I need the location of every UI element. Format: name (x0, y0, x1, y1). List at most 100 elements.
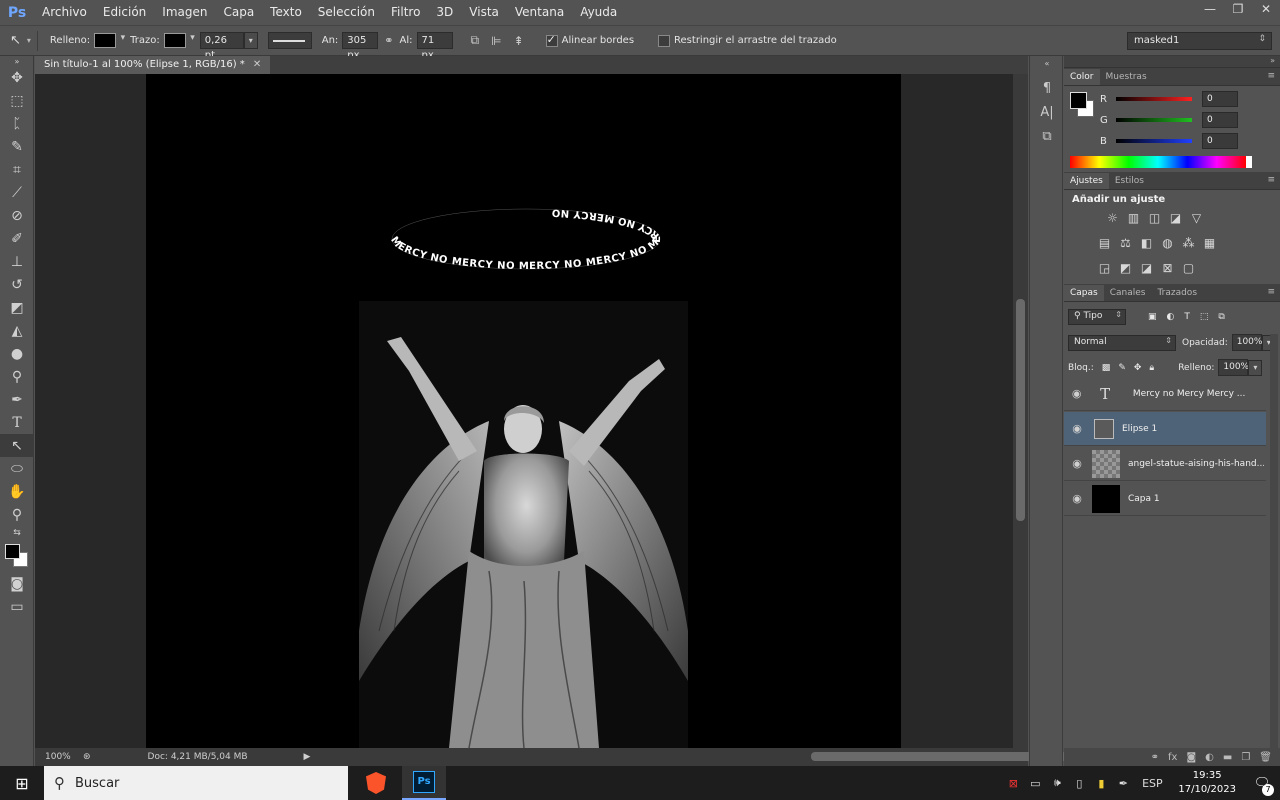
invert-icon[interactable]: ◲ (1094, 259, 1115, 277)
constrain-path-checkbox[interactable] (658, 34, 671, 47)
menu-ayuda[interactable]: Ayuda (572, 0, 625, 25)
move-tool-icon[interactable]: ✥ (0, 66, 34, 89)
quick-mask-icon[interactable]: ◙ (0, 572, 34, 595)
brush-tool-icon[interactable]: ✐ (0, 227, 34, 250)
artboard[interactable]: MERCY NO MERCY NO MERCY NO MERCY NO MERC… (146, 74, 901, 748)
close-document-icon[interactable]: ✕ (253, 59, 261, 70)
selective-color-icon[interactable]: ▢ (1178, 259, 1199, 277)
green-slider[interactable] (1116, 118, 1192, 122)
filter-shape-icon[interactable]: ⬚ (1200, 312, 1209, 322)
foreground-color-swatch[interactable] (1070, 92, 1087, 109)
color-lookup-icon[interactable]: ▦ (1199, 234, 1220, 252)
vertical-scrollbar[interactable] (1013, 74, 1028, 748)
status-menu-arrow-icon[interactable]: ▶ (304, 752, 311, 762)
blur-tool-icon[interactable]: ● (0, 342, 34, 365)
opacity-input[interactable]: 100% (1231, 334, 1262, 351)
adjustments-panel-menu-icon[interactable]: ≡ (1267, 175, 1275, 185)
document-tab[interactable]: Sin título-1 al 100% (Elipse 1, RGB/16) … (35, 56, 271, 74)
tab-styles[interactable]: Estilos (1109, 173, 1150, 189)
filter-type-icon[interactable]: T (1184, 312, 1190, 322)
curves-icon[interactable]: ◫ (1144, 209, 1165, 227)
pen-tool-icon[interactable]: ✒ (0, 388, 34, 411)
brave-browser-icon[interactable] (354, 766, 398, 800)
collapse-strip-icon[interactable]: « (1030, 56, 1064, 70)
halo-text-ellipse[interactable]: MERCY NO MERCY NO MERCY NO MERCY NO MERC… (386, 199, 666, 279)
path-alignment-icon[interactable]: ⊫ (491, 34, 501, 48)
stroke-width-input[interactable]: 0,26 pt (199, 32, 244, 61)
stroke-width-dropdown[interactable]: ▾ (243, 32, 258, 49)
red-slider[interactable] (1116, 97, 1192, 101)
blue-value-input[interactable]: 0 (1202, 133, 1238, 149)
layers-panel-menu-icon[interactable]: ≡ (1267, 287, 1275, 297)
usb-device-icon[interactable]: ▯ (1068, 777, 1090, 790)
taskbar-clock[interactable]: 19:35 17/10/2023 (1178, 769, 1236, 797)
character-panel-icon[interactable]: A| (1030, 100, 1064, 124)
foreground-color-swatch[interactable] (5, 544, 20, 559)
tool-preset-chevron-icon[interactable]: ▾ (27, 36, 31, 45)
layers-scrollbar[interactable] (1270, 334, 1278, 764)
green-value-input[interactable]: 0 (1202, 112, 1238, 128)
paint-bucket-tool-icon[interactable]: ◭ (0, 319, 34, 342)
visibility-eye-icon[interactable]: ◉ (1064, 492, 1090, 505)
network-icon[interactable]: ▭ (1024, 777, 1046, 790)
filter-adjustment-icon[interactable]: ◐ (1167, 312, 1175, 322)
menu-archivo[interactable]: Archivo (34, 0, 95, 25)
visibility-eye-icon[interactable]: ◉ (1064, 387, 1089, 400)
photoshop-taskbar-icon[interactable]: Ps (402, 766, 446, 800)
filter-pixel-icon[interactable]: ▣ (1148, 312, 1157, 322)
photo-filter-icon[interactable]: ◍ (1157, 234, 1178, 252)
visibility-eye-icon[interactable]: ◉ (1064, 457, 1090, 470)
layer-row-text[interactable]: ◉ T Mercy no Mercy Mercy ... (1064, 377, 1266, 411)
new-adjustment-layer-icon[interactable]: ◐ (1205, 752, 1214, 763)
color-balance-icon[interactable]: ⚖ (1115, 234, 1136, 252)
healing-brush-tool-icon[interactable]: ⊘ (0, 204, 34, 227)
screen-mode-icon[interactable]: ▭ (0, 595, 34, 618)
color-spectrum[interactable] (1070, 156, 1252, 168)
menu-3d[interactable]: 3D (428, 0, 461, 25)
levels-icon[interactable]: ▥ (1123, 209, 1144, 227)
layer-row-angel-image[interactable]: ◉ angel-statue-aising-his-hand... (1064, 447, 1266, 481)
windows-start-icon[interactable]: ⊞ (0, 766, 44, 800)
filter-smart-object-icon[interactable]: ⧉ (1218, 312, 1224, 322)
volume-icon[interactable]: 🕪︎ (1046, 776, 1068, 790)
tab-adjustments[interactable]: Ajustes (1064, 173, 1109, 189)
stroke-swatch[interactable] (163, 33, 195, 48)
color-swatches[interactable] (0, 540, 34, 572)
channel-mixer-icon[interactable]: ⁂ (1178, 234, 1199, 252)
close-button[interactable]: ✕ (1252, 0, 1280, 18)
lock-position-icon[interactable]: ✥ (1134, 363, 1142, 373)
add-mask-icon[interactable]: ◙ (1186, 752, 1196, 763)
marquee-tool-icon[interactable]: ⬚ (0, 89, 34, 112)
red-value-input[interactable]: 0 (1202, 91, 1238, 107)
new-layer-icon[interactable]: ❐ (1241, 752, 1250, 763)
security-alert-icon[interactable]: ⊠ (1002, 777, 1024, 790)
swap-colors-icon[interactable]: ⇆ (0, 526, 34, 540)
menu-texto[interactable]: Texto (262, 0, 310, 25)
path-operations-icon[interactable]: ⧉ (471, 33, 480, 48)
fill-input[interactable]: 100% (1218, 359, 1249, 376)
share-icon[interactable]: ⊛ (83, 752, 91, 762)
eraser-tool-icon[interactable]: ◩ (0, 296, 34, 319)
hue-saturation-icon[interactable]: ▤ (1094, 234, 1115, 252)
clone-stamp-tool-icon[interactable]: ⊥ (0, 250, 34, 273)
battery-icon[interactable]: ▮ (1090, 777, 1112, 790)
collapse-panels-icon[interactable]: » (1270, 56, 1275, 65)
restore-button[interactable]: ❐ (1224, 0, 1252, 18)
history-brush-tool-icon[interactable]: ↺ (0, 273, 34, 296)
minimize-button[interactable]: — (1196, 0, 1224, 18)
hand-tool-icon[interactable]: ✋ (0, 480, 34, 503)
new-group-icon[interactable]: ▬ (1223, 752, 1232, 763)
layer-filter-kind-select[interactable]: ⚲ Tipo (1068, 309, 1126, 325)
type-tool-icon[interactable]: T (0, 411, 34, 434)
menu-edicion[interactable]: Edición (95, 0, 154, 25)
exposure-icon[interactable]: ◪ (1165, 209, 1186, 227)
stroke-type-dropdown[interactable] (267, 32, 312, 49)
menu-vista[interactable]: Vista (461, 0, 507, 25)
ellipse-tool-icon[interactable]: ⬭ (0, 457, 34, 480)
paragraph-panel-icon[interactable]: ¶ (1030, 76, 1064, 100)
tab-paths[interactable]: Trazados (1151, 285, 1203, 301)
notification-center-icon[interactable]: 🗨︎ 7 (1244, 776, 1280, 796)
collapse-toolbox-icon[interactable]: » (0, 56, 34, 66)
dodge-tool-icon[interactable]: ⚲ (0, 365, 34, 388)
lasso-tool-icon[interactable]: ᛈ (0, 112, 34, 135)
